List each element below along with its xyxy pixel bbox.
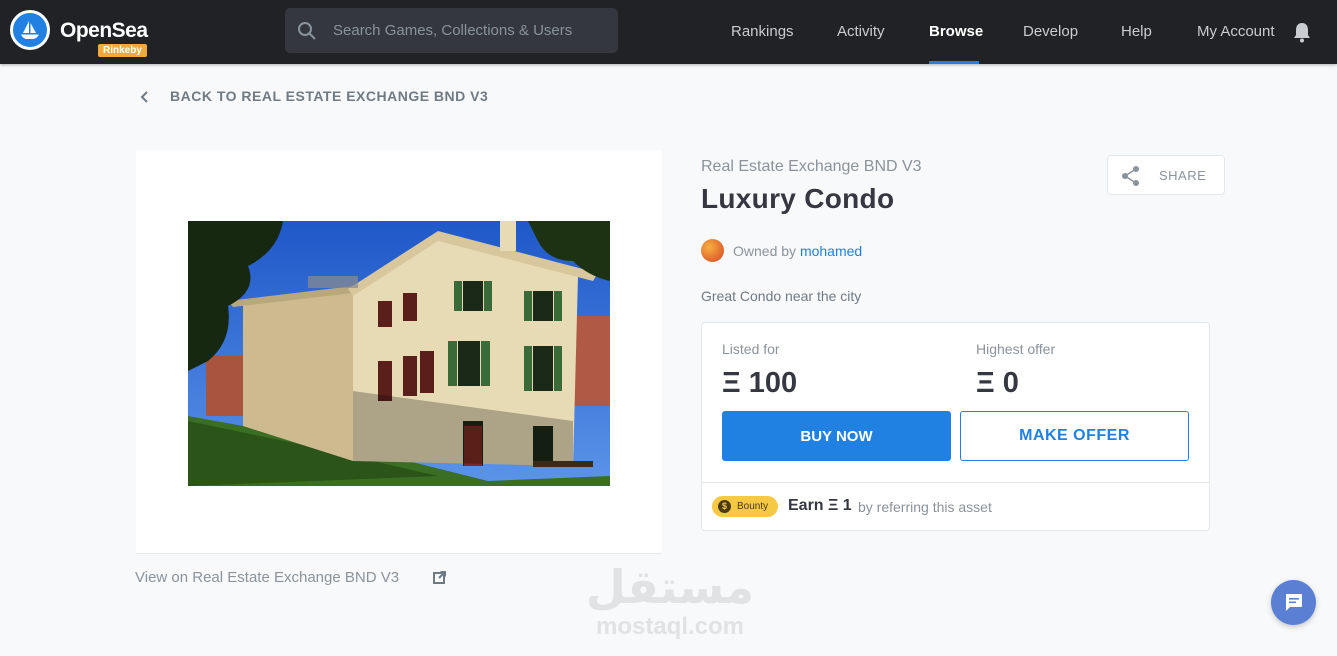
share-label: SHARE: [1159, 168, 1207, 183]
nav-rankings[interactable]: Rankings: [731, 23, 794, 40]
search-bar[interactable]: [285, 8, 618, 53]
watermark-arabic: مستقل: [585, 560, 755, 614]
nav-activity[interactable]: Activity: [837, 23, 885, 40]
brand-name[interactable]: OpenSea: [60, 19, 148, 43]
search-input[interactable]: [333, 8, 613, 53]
asset-title: Luxury Condo: [701, 183, 895, 214]
asset-image[interactable]: [188, 221, 610, 486]
chevron-left-icon: [140, 91, 148, 103]
bell-icon[interactable]: [1292, 21, 1312, 43]
listed-for-label: Listed for: [722, 341, 780, 357]
owned-by-label: Owned by: [733, 243, 797, 259]
owner-avatar[interactable]: [701, 239, 724, 262]
top-navigation-bar: OpenSea Rinkeby Rankings Activity Browse…: [0, 0, 1337, 64]
highest-offer-label: Highest offer: [976, 341, 1056, 357]
bounty-description: by referring this asset: [858, 499, 992, 515]
opensea-logo-icon[interactable]: [10, 10, 50, 50]
share-icon: [1122, 166, 1139, 186]
coin-icon: $: [718, 500, 731, 513]
search-icon: [298, 22, 316, 40]
buy-now-button[interactable]: BUY NOW: [722, 411, 951, 461]
collection-name-link[interactable]: Real Estate Exchange BND V3: [701, 158, 922, 176]
bounty-earn-amount: Earn Ξ 1: [788, 497, 852, 514]
nav-help[interactable]: Help: [1121, 23, 1152, 40]
divider: [702, 482, 1209, 483]
owned-by: Owned by mohamed: [733, 243, 862, 259]
listed-price: Ξ 100: [722, 367, 798, 399]
nav-my-account[interactable]: My Account: [1197, 23, 1275, 40]
view-on-collection-link[interactable]: View on Real Estate Exchange BND V3: [135, 569, 399, 586]
chat-button[interactable]: [1271, 580, 1316, 625]
active-nav-indicator: [929, 61, 979, 64]
nav-develop[interactable]: Develop: [1023, 23, 1078, 40]
asset-description: Great Condo near the city: [701, 288, 862, 304]
chat-icon: [1286, 594, 1302, 611]
watermark-latin: mostaql.com: [595, 613, 745, 640]
external-link-icon[interactable]: [433, 570, 447, 584]
owner-link[interactable]: mohamed: [800, 243, 862, 259]
asset-image-card: [136, 150, 662, 554]
bounty-badge-label: Bounty: [737, 501, 769, 512]
network-badge: Rinkeby: [98, 44, 147, 57]
watermark: مستقل mostaql.com: [585, 560, 755, 640]
pricing-panel: Listed for Ξ 100 Highest offer Ξ 0 BUY N…: [701, 322, 1210, 531]
back-link-label: BACK TO REAL ESTATE EXCHANGE BND V3: [170, 88, 489, 104]
bounty-badge: $ Bounty: [712, 496, 778, 517]
nav-browse[interactable]: Browse: [929, 23, 983, 40]
make-offer-button[interactable]: MAKE OFFER: [960, 411, 1189, 461]
highest-offer-value: Ξ 0: [976, 367, 1019, 399]
share-button[interactable]: SHARE: [1107, 155, 1225, 195]
